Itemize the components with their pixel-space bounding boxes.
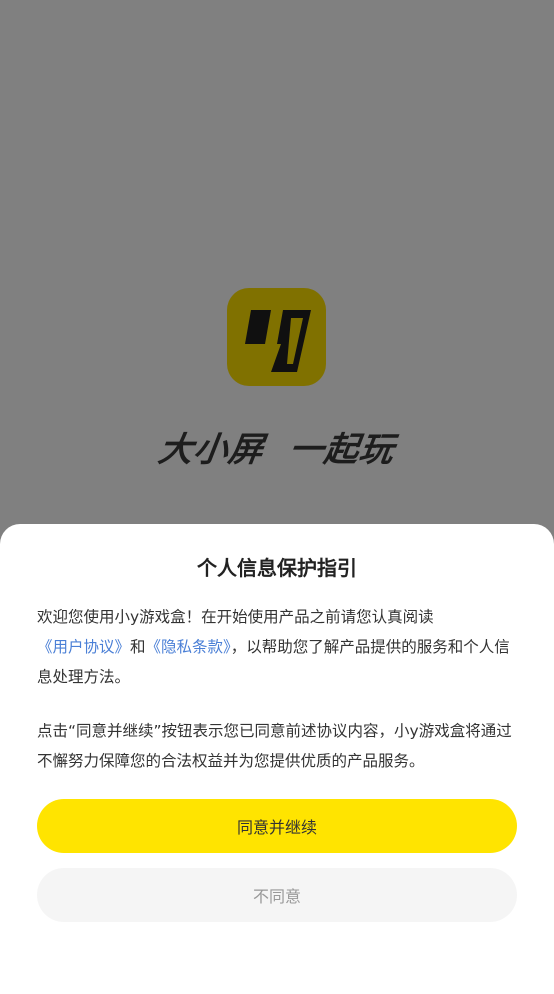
slogan-text: 大小屏 一起玩 [155, 430, 398, 470]
game-box-logo-icon [245, 310, 311, 372]
disagree-button-label: 不同意 [252, 887, 301, 906]
agree-continue-button[interactable]: 同意并继续 [37, 799, 517, 853]
consent-paragraph: 点击“同意并继续”按钮表示您已同意前述协议内容，小y游戏盒将通过不懈努力保障您的… [37, 722, 512, 770]
privacy-policy-link[interactable]: 《隐私条款》 [146, 638, 231, 656]
intro-text-a: 欢迎您使用小y游戏盒！在开始使用产品之前请您认真阅读 [37, 608, 434, 626]
intro-paragraph: 欢迎您使用小y游戏盒！在开始使用产品之前请您认真阅读《用户协议》和《隐私条款》，… [37, 602, 521, 692]
user-agreement-link[interactable]: 《用户协议》 [37, 638, 130, 656]
dialog-title: 个人信息保护指引 [197, 556, 357, 580]
app-logo [227, 288, 326, 386]
privacy-dialog: 个人信息保护指引 欢迎您使用小y游戏盒！在开始使用产品之前请您认真阅读《用户协议… [0, 524, 554, 994]
intro-text-b: 和 [130, 638, 146, 656]
agree-button-label: 同意并继续 [236, 818, 317, 837]
disagree-button[interactable]: 不同意 [37, 868, 517, 922]
